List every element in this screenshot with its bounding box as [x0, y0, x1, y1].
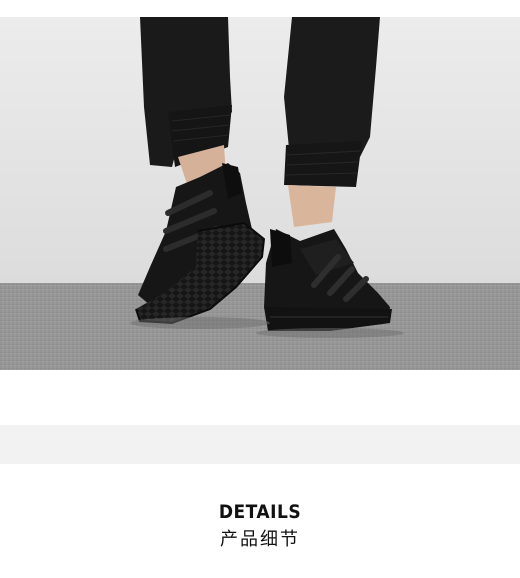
top-white-strip — [0, 0, 520, 17]
spacer-white-block — [0, 370, 520, 425]
right-ankle — [288, 185, 336, 227]
details-title: DETAILS — [218, 501, 302, 523]
right-pant-leg — [284, 17, 380, 159]
carpet-floor — [0, 283, 520, 370]
details-subtitle: 产品细节 — [220, 529, 300, 550]
right-pant-cuff — [284, 141, 362, 187]
product-photo — [0, 17, 520, 370]
